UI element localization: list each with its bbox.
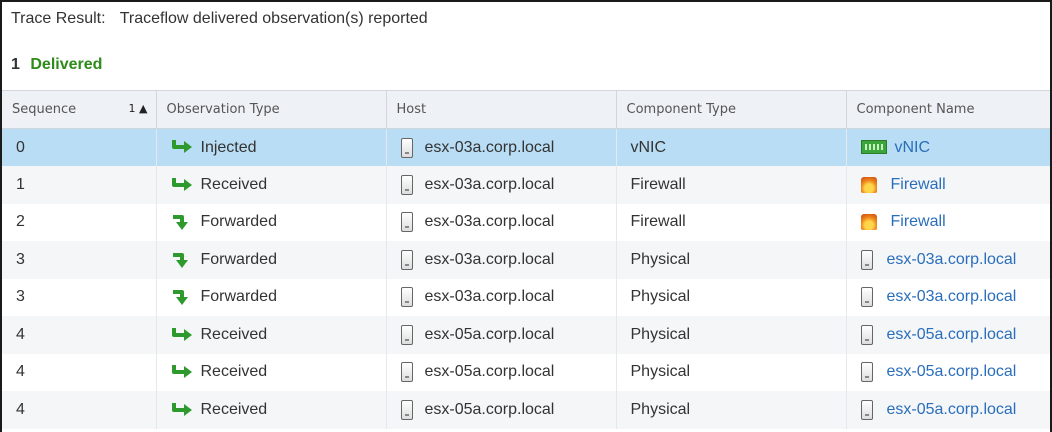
- host-icon: [400, 174, 413, 195]
- cell-component-name: esx-03a.corp.local: [846, 241, 1050, 279]
- cell-component-name: esx-03a.corp.local: [846, 279, 1050, 317]
- cell-component-name: Firewall: [846, 204, 1050, 242]
- cell-sequence: 0: [2, 128, 157, 166]
- column-header-sequence[interactable]: Sequence 1 ▲: [2, 90, 157, 129]
- cell-component-type: Firewall: [616, 203, 847, 241]
- cell-observation-type: Injected: [156, 128, 387, 166]
- column-header-observation-type[interactable]: Observation Type: [156, 90, 387, 129]
- delivered-count: 1: [11, 56, 20, 73]
- trace-result-text: Traceflow delivered observation(s) repor…: [119, 10, 428, 27]
- cell-component-name: Firewall: [846, 166, 1050, 204]
- column-header-component-name[interactable]: Component Name: [846, 90, 1050, 129]
- cell-component-name: vNIC: [846, 128, 1050, 166]
- component-name-link[interactable]: esx-03a.corp.local: [887, 251, 1017, 268]
- cell-host: esx-03a.corp.local: [386, 203, 617, 241]
- trace-result-label: Trace Result:: [11, 10, 106, 27]
- component-name-link[interactable]: esx-05a.corp.local: [887, 326, 1017, 343]
- cell-observation-type: Received: [156, 166, 387, 204]
- host-icon: [400, 287, 413, 308]
- cell-observation-type: Forwarded: [156, 203, 387, 241]
- host-icon: [400, 212, 413, 233]
- cell-component-type: Physical: [616, 353, 847, 391]
- cell-observation-type: Forwarded: [156, 278, 387, 316]
- hook-arrow-right-icon: [171, 176, 201, 193]
- host-icon: [400, 137, 413, 158]
- cell-component-type: Physical: [616, 241, 847, 279]
- cell-observation-type: Received: [156, 391, 387, 429]
- cell-host: esx-03a.corp.local: [386, 128, 617, 166]
- host-icon: [400, 249, 413, 270]
- host-icon: [400, 324, 413, 345]
- cell-component-type: Physical: [616, 316, 847, 354]
- component-name-link[interactable]: esx-05a.corp.local: [887, 401, 1017, 418]
- host-icon: [860, 399, 873, 420]
- host-icon: [400, 399, 413, 420]
- cell-sequence: 1: [2, 166, 157, 204]
- cell-host: esx-03a.corp.local: [386, 166, 617, 204]
- cell-sequence: 2: [2, 203, 157, 241]
- cell-observation-type: Forwarded: [156, 241, 387, 279]
- sort-ascending-icon[interactable]: 1 ▲: [129, 102, 148, 115]
- host-icon: [400, 362, 413, 383]
- cell-host: esx-05a.corp.local: [386, 353, 617, 391]
- table-row[interactable]: 2 Forwarded esx-03a.corp.local Firewall Fire…: [2, 203, 1050, 242]
- column-header-host[interactable]: Host: [386, 90, 617, 129]
- hook-arrow-right-icon: [171, 401, 201, 418]
- cell-host: esx-03a.corp.local: [386, 278, 617, 316]
- vnic-icon: [860, 140, 887, 155]
- table-row[interactable]: 1 Received esx-03a.corp.local Firewall Firew…: [2, 166, 1050, 204]
- cell-host: esx-03a.corp.local: [386, 241, 617, 279]
- component-name-link[interactable]: esx-05a.corp.local: [887, 363, 1017, 380]
- observations-table: Sequence 1 ▲ Observation Type Host Compo…: [2, 90, 1050, 429]
- table-row[interactable]: 3 Forwarded esx-03a.corp.local Physical esx-…: [2, 241, 1050, 279]
- component-name-link[interactable]: esx-03a.corp.local: [887, 288, 1017, 305]
- hook-arrow-right-icon: [171, 326, 201, 343]
- turn-down-arrow-icon: [171, 251, 201, 268]
- firewall-icon: [860, 214, 877, 231]
- host-icon: [860, 362, 873, 383]
- cell-sequence: 4: [2, 391, 157, 429]
- cell-component-type: Physical: [616, 391, 847, 429]
- cell-observation-type: Received: [156, 353, 387, 391]
- cell-sequence: 4: [2, 316, 157, 354]
- column-header-component-type[interactable]: Component Type: [616, 90, 847, 129]
- cell-component-type: vNIC: [616, 128, 847, 166]
- traceflow-result-panel: Trace Result: Traceflow delivered observ…: [0, 0, 1052, 432]
- firewall-icon: [860, 176, 877, 193]
- cell-sequence: 3: [2, 241, 157, 279]
- cell-sequence: 4: [2, 353, 157, 391]
- table-header-row: Sequence 1 ▲ Observation Type Host Compo…: [2, 90, 1050, 129]
- host-icon: [860, 324, 873, 345]
- turn-down-arrow-icon: [171, 213, 201, 231]
- host-icon: [860, 287, 873, 308]
- table-row[interactable]: 4 Received esx-05a.corp.local Physical esx-0…: [2, 353, 1050, 392]
- table-row[interactable]: 4 Received esx-05a.corp.local Physical esx-0…: [2, 391, 1050, 429]
- component-name-link[interactable]: Firewall: [891, 176, 946, 193]
- cell-component-name: esx-05a.corp.local: [846, 316, 1050, 354]
- cell-observation-type: Received: [156, 316, 387, 354]
- component-name-link[interactable]: vNIC: [895, 139, 931, 156]
- trace-result-header: Trace Result: Traceflow delivered observ…: [11, 10, 428, 28]
- hook-arrow-right-icon: [171, 363, 201, 380]
- cell-component-name: esx-05a.corp.local: [846, 391, 1050, 429]
- cell-component-name: esx-05a.corp.local: [846, 354, 1050, 392]
- host-icon: [860, 249, 873, 270]
- hook-arrow-right-icon: [171, 139, 201, 156]
- cell-sequence: 3: [2, 278, 157, 316]
- delivered-summary: 1 Delivered: [11, 56, 102, 74]
- table-row[interactable]: 4 Received esx-05a.corp.local Physical esx-0…: [2, 316, 1050, 354]
- component-name-link[interactable]: Firewall: [891, 213, 946, 230]
- table-row[interactable]: 0 Injected esx-03a.corp.local vNIC vNIC: [2, 128, 1050, 166]
- cell-host: esx-05a.corp.local: [386, 316, 617, 354]
- delivered-status: Delivered: [30, 56, 103, 73]
- turn-down-arrow-icon: [171, 288, 201, 306]
- cell-host: esx-05a.corp.local: [386, 391, 617, 429]
- cell-component-type: Firewall: [616, 166, 847, 204]
- table-row[interactable]: 3 Forwarded esx-03a.corp.local Physical esx-…: [2, 278, 1050, 317]
- cell-component-type: Physical: [616, 278, 847, 316]
